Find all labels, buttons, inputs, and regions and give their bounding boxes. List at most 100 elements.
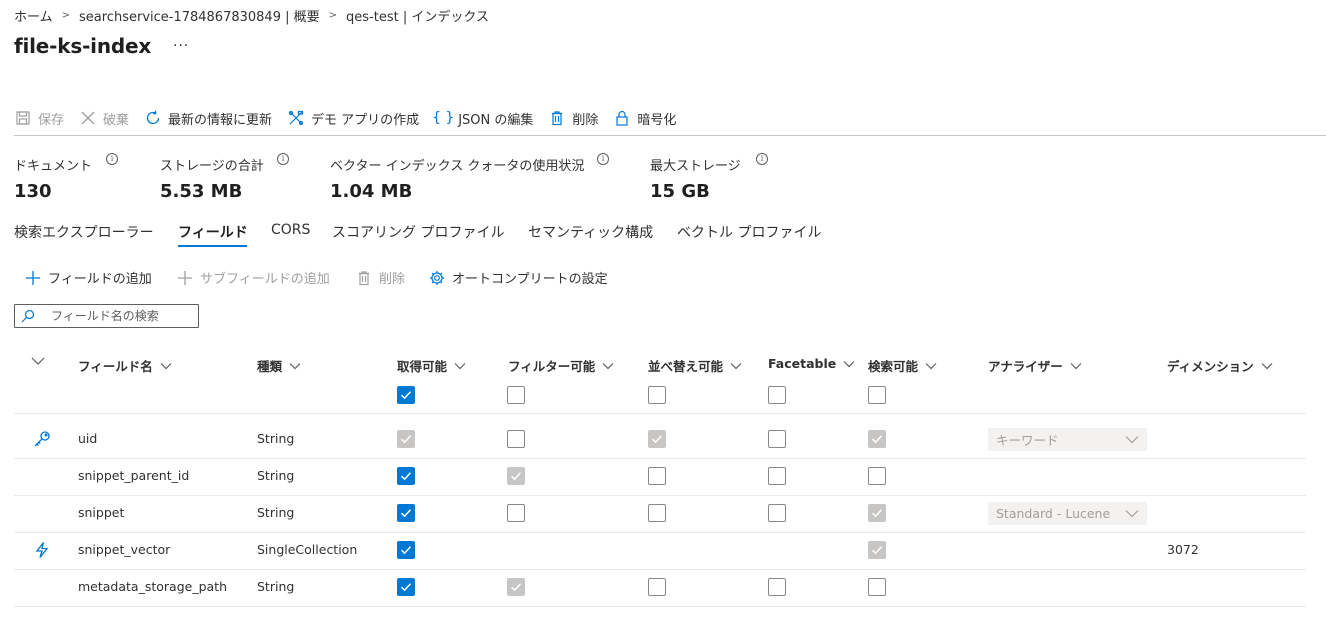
column-header-searchable-label: 検索可能 xyxy=(868,359,919,374)
autocomplete-label: オートコンプリートの設定 xyxy=(452,272,608,287)
field-search-input[interactable] xyxy=(51,309,191,323)
lightning-icon xyxy=(33,541,51,559)
column-header-facetable[interactable]: Facetable xyxy=(768,356,855,371)
expand-all-toggle[interactable] xyxy=(31,356,45,366)
tab-fields[interactable]: フィールド xyxy=(178,222,248,242)
key-icon xyxy=(33,430,51,448)
discard-button[interactable]: 破棄 xyxy=(79,109,129,128)
searchable-checkbox[interactable] xyxy=(868,578,886,596)
select-all-sortable-checkbox[interactable] xyxy=(648,386,666,404)
field-name-cell[interactable]: uid xyxy=(78,431,97,446)
column-header-type[interactable]: 種類 xyxy=(257,356,301,375)
refresh-button[interactable]: 最新の情報に更新 xyxy=(144,109,272,128)
column-header-retrievable[interactable]: 取得可能 xyxy=(397,356,466,375)
column-header-retrievable-label: 取得可能 xyxy=(397,359,448,374)
searchable-checkbox xyxy=(868,541,886,559)
column-header-sortable-label: 並べ替え可能 xyxy=(648,359,724,374)
searchable-checkbox xyxy=(868,504,886,522)
divider xyxy=(14,569,1306,570)
divider xyxy=(14,532,1306,533)
sortable-checkbox[interactable] xyxy=(648,578,666,596)
demo-label: デモ アプリの作成 xyxy=(311,112,420,128)
retrievable-checkbox[interactable] xyxy=(397,541,415,559)
column-header-sortable[interactable]: 並べ替え可能 xyxy=(648,356,742,375)
chevron-down-icon xyxy=(31,356,45,366)
field-search-box[interactable] xyxy=(14,304,199,328)
field-type-cell: String xyxy=(257,468,295,483)
stat-vector-quota-label: ベクター インデックス クォータの使用状況 xyxy=(330,159,585,174)
column-header-searchable[interactable]: 検索可能 xyxy=(868,356,937,375)
searchable-checkbox xyxy=(868,430,886,448)
divider xyxy=(14,413,1306,414)
plus-icon xyxy=(24,269,42,287)
retrievable-checkbox[interactable] xyxy=(397,467,415,485)
info-icon[interactable]: i xyxy=(756,153,768,165)
facetable-checkbox[interactable] xyxy=(768,504,786,522)
field-name-cell[interactable]: metadata_storage_path xyxy=(78,579,227,594)
tab-semantic-config[interactable]: セマンティック構成 xyxy=(528,222,653,242)
encrypt-label: 暗号化 xyxy=(637,112,677,128)
info-icon[interactable]: i xyxy=(597,153,609,165)
sortable-checkbox[interactable] xyxy=(648,467,666,485)
facetable-checkbox[interactable] xyxy=(768,430,786,448)
delete-field-label: 削除 xyxy=(379,272,406,287)
save-button[interactable]: 保存 xyxy=(14,109,64,128)
select-all-retrievable-checkbox[interactable] xyxy=(397,386,415,404)
chevron-down-icon xyxy=(160,362,172,370)
autocomplete-settings-button[interactable]: オートコンプリートの設定 xyxy=(428,268,608,287)
sortable-checkbox[interactable] xyxy=(648,504,666,522)
delete-button[interactable]: 削除 xyxy=(548,109,598,128)
info-icon[interactable]: i xyxy=(277,153,289,165)
create-demo-app-button[interactable]: デモ アプリの作成 xyxy=(287,109,419,128)
field-type-cell: String xyxy=(257,579,295,594)
plus-icon xyxy=(176,269,194,287)
chevron-down-icon xyxy=(1261,362,1273,370)
searchable-checkbox[interactable] xyxy=(868,467,886,485)
active-tab-indicator xyxy=(178,245,247,247)
page-title: file-ks-index xyxy=(14,34,152,58)
more-options-icon[interactable]: ··· xyxy=(173,38,189,54)
facetable-checkbox[interactable] xyxy=(768,467,786,485)
select-all-filterable-checkbox[interactable] xyxy=(507,386,525,404)
filterable-checkbox[interactable] xyxy=(507,430,525,448)
column-header-name-label: フィールド名 xyxy=(78,359,153,374)
chevron-down-icon xyxy=(843,360,855,368)
column-header-dimensions-label: ディメンション xyxy=(1167,359,1254,374)
info-icon[interactable]: i xyxy=(106,153,118,165)
stat-max-storage-value: 15 GB xyxy=(650,181,710,202)
field-name-cell[interactable]: snippet xyxy=(78,505,124,520)
add-subfield-button[interactable]: サブフィールドの追加 xyxy=(176,268,330,287)
column-header-filterable[interactable]: フィルター可能 xyxy=(508,356,614,375)
breadcrumb-index[interactable]: qes-test | インデックス xyxy=(346,6,489,25)
column-header-name[interactable]: フィールド名 xyxy=(78,356,172,375)
delete-field-button[interactable]: 削除 xyxy=(355,268,405,287)
select-all-searchable-checkbox[interactable] xyxy=(868,386,886,404)
column-header-analyzer[interactable]: アナライザー xyxy=(988,356,1082,375)
encrypt-button[interactable]: 暗号化 xyxy=(613,109,676,128)
tab-vector-profiles[interactable]: ベクトル プロファイル xyxy=(677,222,821,242)
column-header-dimensions[interactable]: ディメンション xyxy=(1167,356,1273,375)
discard-label: 破棄 xyxy=(103,112,130,128)
analyzer-value: キーワード xyxy=(996,433,1059,448)
retrievable-checkbox[interactable] xyxy=(397,578,415,596)
field-name-cell[interactable]: snippet_vector xyxy=(78,542,170,557)
column-header-filterable-label: フィルター可能 xyxy=(508,359,596,374)
tab-scoring-profiles[interactable]: スコアリング プロファイル xyxy=(332,222,504,242)
breadcrumb-service[interactable]: searchservice-1784867830849 | 概要 xyxy=(79,6,320,25)
filterable-checkbox[interactable] xyxy=(507,504,525,522)
tab-cors[interactable]: CORS xyxy=(271,222,310,238)
breadcrumb-home[interactable]: ホーム xyxy=(14,6,53,25)
select-all-facetable-checkbox[interactable] xyxy=(768,386,786,404)
retrievable-checkbox[interactable] xyxy=(397,504,415,522)
save-label: 保存 xyxy=(38,112,65,128)
tab-search-explorer[interactable]: 検索エクスプローラー xyxy=(14,222,154,242)
facetable-checkbox[interactable] xyxy=(768,578,786,596)
chevron-down-icon xyxy=(1125,509,1139,518)
add-field-button[interactable]: フィールドの追加 xyxy=(24,268,152,287)
edit-json-button[interactable]: { } JSON の編集 xyxy=(432,109,533,128)
save-icon xyxy=(14,109,32,127)
field-name-cell[interactable]: snippet_parent_id xyxy=(78,468,189,483)
lock-icon xyxy=(613,109,631,127)
demo-app-icon xyxy=(287,109,305,127)
chevron-down-icon xyxy=(1125,435,1139,444)
